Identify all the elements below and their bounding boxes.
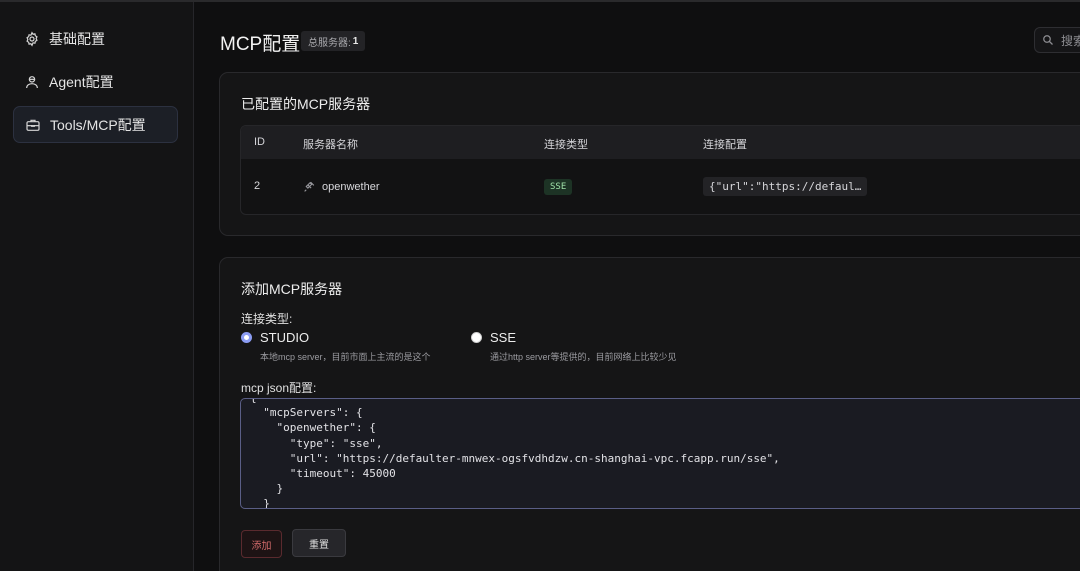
sidebar-item-label: 基础配置 — [49, 30, 105, 47]
radio-studio[interactable]: STUDIO — [241, 330, 309, 345]
sidebar-item-agent-config[interactable]: Agent配置 — [13, 63, 178, 100]
column-connection-type: 连接类型 — [544, 139, 588, 151]
search-placeholder: 搜索 — [1061, 33, 1080, 48]
json-config-label: mcp json配置: — [241, 381, 317, 395]
column-connection-config: 连接配置 — [703, 139, 747, 151]
radio-sse-desc: 通过http server等提供的，目前网络上比较少见 — [490, 352, 677, 362]
sidebar-item-basic-config[interactable]: 基础配置 — [13, 20, 178, 57]
search-input[interactable]: 搜索 — [1034, 27, 1080, 53]
agent-icon — [26, 75, 38, 88]
connection-type-label: 连接类型: — [241, 312, 293, 326]
sidebar: 基础配置 Agent配置 Tools/MCP配置 — [0, 2, 194, 571]
server-name-text: openwether — [322, 180, 380, 193]
radio-studio-desc: 本地mcp server，目前市面上主流的是这个 — [260, 352, 431, 362]
connection-config-value: {"url":"https://defaul… — [703, 177, 868, 196]
radio-sse-indicator[interactable] — [471, 332, 482, 343]
sidebar-item-tools-mcp-config[interactable]: Tools/MCP配置 — [13, 106, 178, 143]
sidebar-item-label: Agent配置 — [49, 73, 114, 90]
gear-icon — [26, 30, 38, 47]
server-count-value: 1 — [352, 35, 359, 47]
radio-sse[interactable]: SSE — [471, 330, 516, 345]
servers-table: ID 服务器名称 连接类型 连接配置 2 openwether SSE {"ur… — [240, 125, 1080, 215]
cell-server-name: openwether — [303, 180, 380, 193]
sidebar-item-label: Tools/MCP配置 — [50, 116, 146, 133]
plug-icon — [304, 181, 315, 192]
configured-servers-card: 已配置的MCP服务器 ID 服务器名称 连接类型 连接配置 2 openweth… — [219, 72, 1080, 236]
main-content: MCP配置 总服务器: 1 搜索 已配置的MCP服务器 ID 服务器名称 连接类型… — [195, 2, 1080, 571]
add-server-title: 添加MCP服务器 — [241, 281, 343, 297]
cell-id: 2 — [254, 180, 261, 192]
add-button[interactable]: 添加 — [241, 530, 282, 558]
server-count-label: 总服务器: — [308, 37, 351, 49]
search-icon — [1043, 35, 1053, 45]
server-count-badge: 总服务器: 1 — [301, 31, 366, 51]
configured-servers-title: 已配置的MCP服务器 — [241, 96, 371, 112]
json-config-textarea[interactable]: { "mcpServers": { "openwether": { "type"… — [240, 398, 1080, 509]
table-header: ID 服务器名称 连接类型 连接配置 — [241, 126, 1080, 159]
json-config-value: { "mcpServers": { "openwether": { "type"… — [250, 399, 780, 509]
radio-studio-label: STUDIO — [260, 330, 310, 345]
add-server-card: 添加MCP服务器 连接类型: STUDIO 本地mcp server，目前市面上… — [219, 257, 1080, 571]
radio-sse-label: SSE — [490, 330, 517, 345]
column-server-name: 服务器名称 — [303, 139, 358, 151]
page-title: MCP配置 — [220, 34, 301, 55]
reset-button[interactable]: 重置 — [292, 529, 346, 557]
radio-studio-indicator[interactable] — [241, 332, 252, 343]
connection-type-badge: SSE — [544, 179, 573, 195]
column-id: ID — [254, 136, 265, 148]
toolbox-icon — [26, 119, 40, 131]
